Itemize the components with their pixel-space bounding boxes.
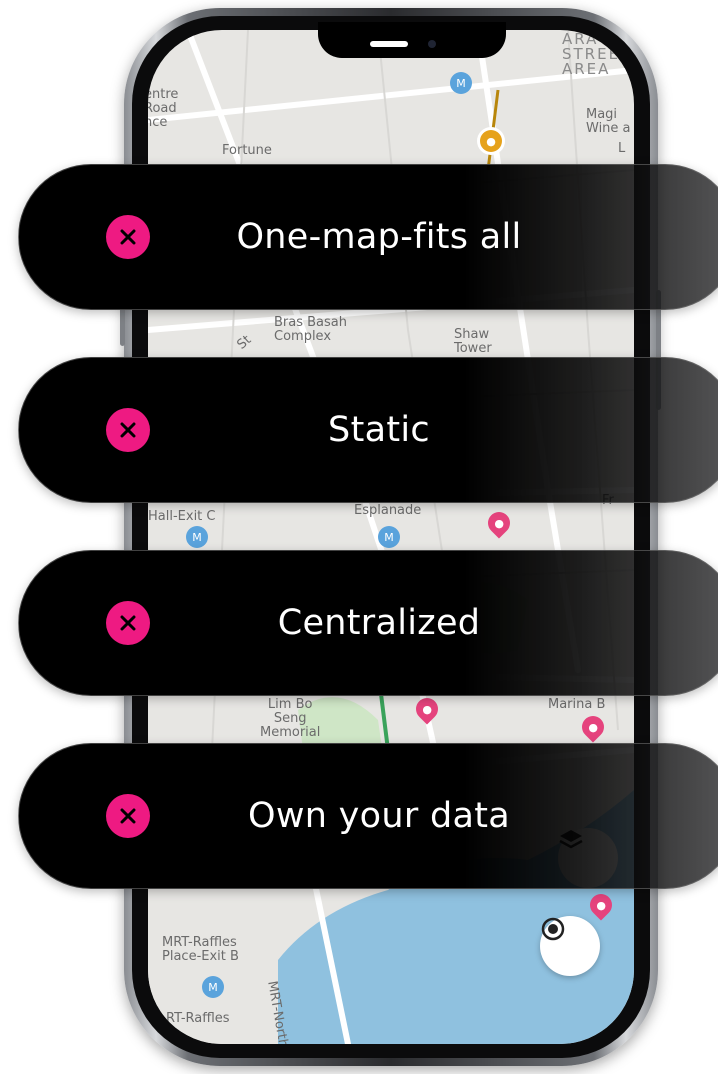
feature-pill-own-your-data: Own your data	[18, 743, 718, 889]
metro-icon[interactable]: M	[186, 526, 208, 548]
map-label-fortune: Fortune	[222, 143, 272, 158]
map-label-esplanade: Esplanade	[354, 503, 422, 518]
map-label-l: L	[618, 141, 626, 156]
map-label-arab-street: ARA STREE AREA	[562, 30, 621, 78]
metro-icon[interactable]: M	[202, 976, 224, 998]
locate-icon	[541, 917, 565, 941]
feature-label: Centralized	[277, 603, 481, 643]
map-label-mrt-raffles-bottom: RT-Raffles	[166, 1011, 230, 1026]
phone-notch-shape	[318, 22, 506, 58]
map-label-shaw-tower: Shaw Tower	[454, 327, 492, 356]
food-icon[interactable]: ●	[480, 130, 502, 152]
feature-pill-one-map-fits-all: One-map-fits all	[18, 164, 718, 310]
feature-label: Own your data	[247, 796, 511, 836]
stage: entre Road nce Fortune ARA STREE AREA Ma…	[0, 0, 718, 1074]
locate-button[interactable]	[540, 916, 600, 976]
feature-pill-static: Static	[18, 357, 718, 503]
metro-icon[interactable]: M	[450, 72, 472, 94]
map-label-centre-road: entre Road nce	[148, 87, 179, 130]
metro-icon[interactable]: M	[378, 526, 400, 548]
map-label-mrt-raffles-place: MRT-Raffles Place-Exit B	[162, 935, 239, 964]
phone-camera	[428, 40, 436, 48]
feature-label: Static	[328, 410, 430, 450]
map-label-marina-b: Marina B	[548, 697, 606, 712]
map-label-magi-wine: Magi Wine a	[586, 107, 631, 136]
feature-pill-centralized: Centralized	[18, 550, 718, 696]
map-label-lim-bo-seng: Lim Bo Seng Memorial	[260, 697, 321, 740]
feature-label: One-map-fits all	[236, 217, 522, 257]
map-label-hall-exit-c: Hall-Exit C	[148, 509, 216, 524]
map-label-bras-basah: Bras Basah Complex	[274, 315, 347, 344]
phone-speaker	[370, 41, 408, 47]
